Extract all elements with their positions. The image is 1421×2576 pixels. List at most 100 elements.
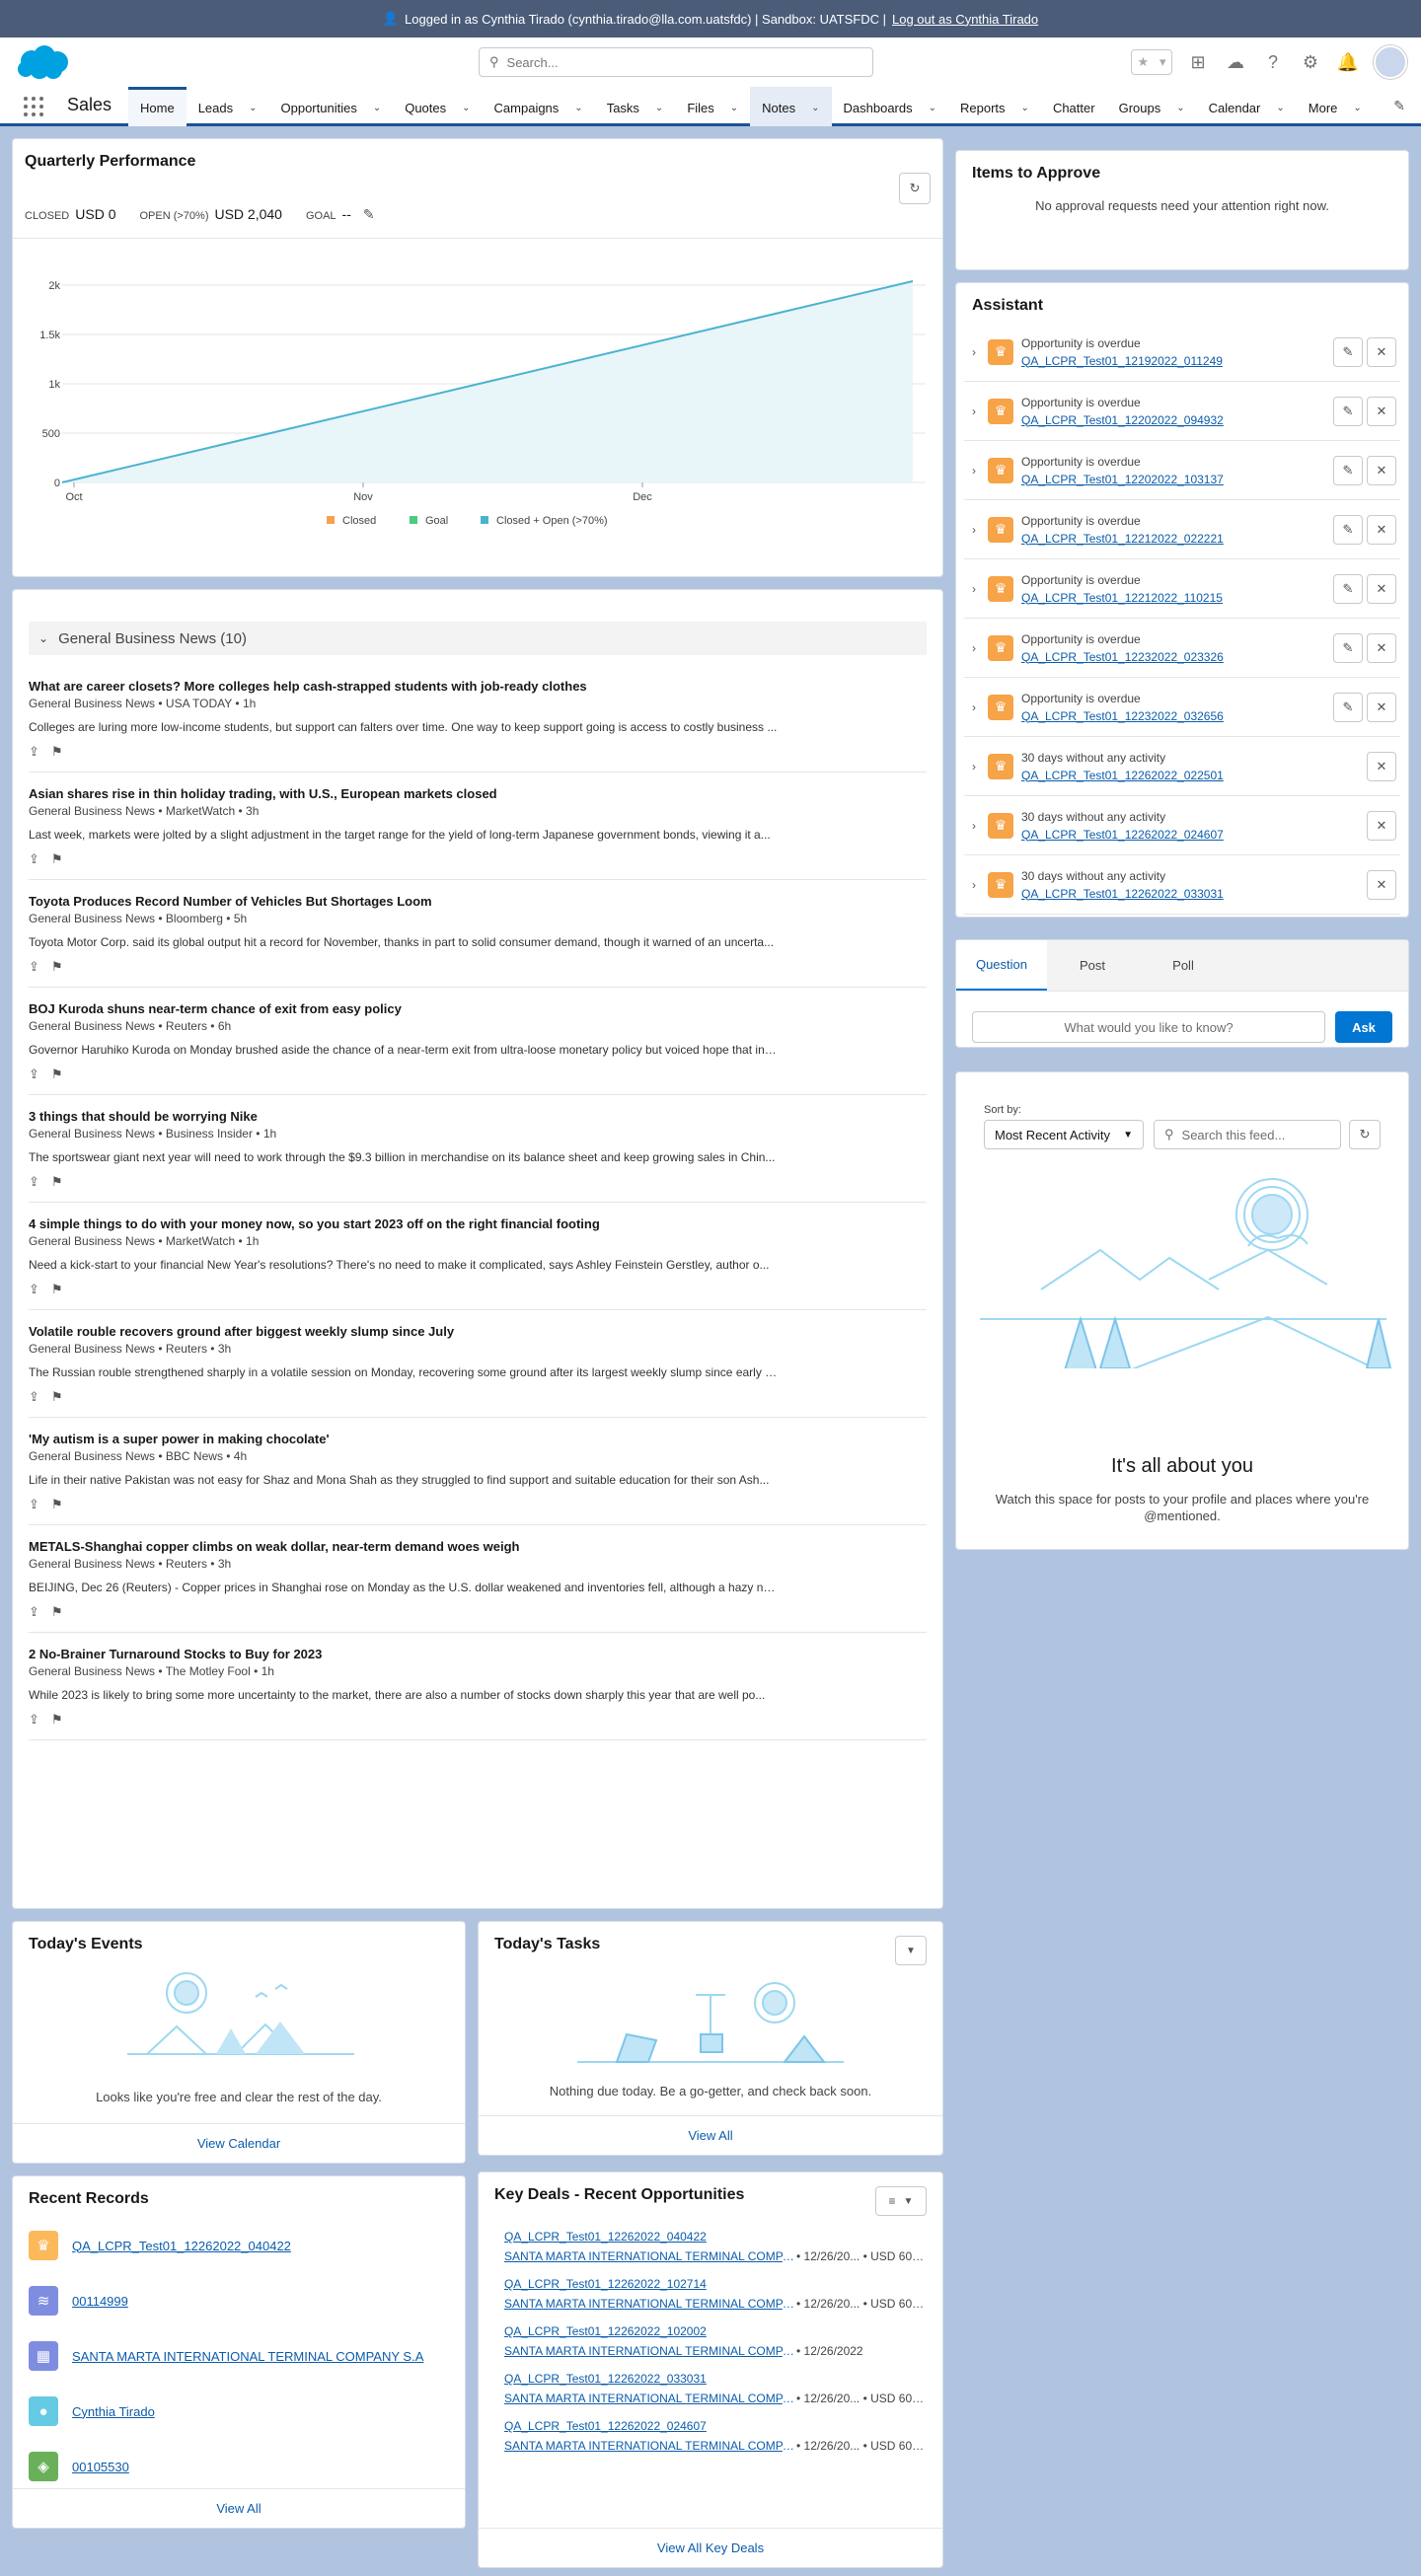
deal-account-link[interactable]: SANTA MARTA INTERNATIONAL TERMINAL COMPA… [504,2392,796,2405]
flag-icon[interactable]: ⚑ [51,1389,63,1405]
share-icon[interactable]: ⇪ [29,1389,39,1405]
deal-account-link[interactable]: SANTA MARTA INTERNATIONAL TERMINAL COMPA… [504,2344,796,2358]
question-input[interactable]: What would you like to know? [972,1011,1325,1043]
view-all-tasks-link[interactable]: View All [479,2115,942,2155]
add-icon[interactable]: ⊞ [1186,50,1210,74]
chevron-right-icon[interactable]: › [964,345,984,359]
publisher-tab-post[interactable]: Post [1047,940,1138,991]
deal-name-link[interactable]: QA_LCPR_Test01_12262022_024607 [504,2419,927,2433]
tasks-menu-button[interactable]: ▼ [895,1936,927,1965]
tab-notes[interactable]: Notes ⌄ [750,87,832,126]
news-title[interactable]: 3 things that should be worrying Nike [29,1109,927,1124]
assistant-link[interactable]: QA_LCPR_Test01_12232022_023326 [1021,650,1224,664]
flag-icon[interactable]: ⚑ [51,959,63,975]
feed-search[interactable]: ⚲ Search this feed... [1154,1120,1341,1149]
chevron-down-icon[interactable]: ⌄ [1276,103,1284,113]
publisher-tab-question[interactable]: Question [956,940,1047,991]
chevron-down-icon[interactable]: ⌄ [929,103,936,113]
trailhead-icon[interactable]: ☁ [1224,50,1247,74]
flag-icon[interactable]: ⚑ [51,1497,63,1512]
publisher-tab-poll[interactable]: Poll [1138,940,1229,991]
recent-record-link[interactable]: 00114999 [72,2294,128,2309]
edit-nav-pencil-icon[interactable]: ✎ [1393,98,1405,114]
legend-label[interactable]: Closed + Open (>70%) [496,515,608,527]
chevron-down-icon[interactable]: ⌄ [249,103,257,113]
dismiss-button[interactable]: ✕ [1367,397,1396,426]
chevron-down-icon[interactable]: ⌄ [655,103,663,113]
edit-button[interactable]: ✎ [1333,574,1363,604]
assistant-link[interactable]: QA_LCPR_Test01_12262022_033031 [1021,887,1224,901]
deal-account-link[interactable]: SANTA MARTA INTERNATIONAL TERMINAL COMPA… [504,2439,796,2453]
assistant-link[interactable]: QA_LCPR_Test01_12202022_103137 [1021,473,1224,486]
chevron-down-icon[interactable]: ⌄ [1176,103,1184,113]
view-calendar-link[interactable]: View Calendar [13,2123,465,2163]
news-title[interactable]: Toyota Produces Record Number of Vehicle… [29,894,927,909]
assistant-link[interactable]: QA_LCPR_Test01_12262022_022501 [1021,769,1224,782]
refresh-feed-button[interactable]: ↻ [1349,1120,1381,1149]
chevron-down-icon[interactable]: ⌄ [462,103,470,113]
tab-chatter[interactable]: Chatter [1041,87,1107,126]
help-icon[interactable]: ? [1261,50,1285,74]
chevron-right-icon[interactable]: › [964,464,984,478]
chevron-down-icon[interactable]: ⌄ [811,103,819,113]
edit-button[interactable]: ✎ [1333,456,1363,485]
recent-record-link[interactable]: Cynthia Tirado [72,2404,155,2419]
share-icon[interactable]: ⇪ [29,744,39,760]
dismiss-button[interactable]: ✕ [1367,515,1396,545]
news-title[interactable]: BOJ Kuroda shuns near-term chance of exi… [29,1001,927,1016]
news-title[interactable]: Volatile rouble recovers ground after bi… [29,1324,927,1339]
chevron-right-icon[interactable]: › [964,700,984,714]
dismiss-button[interactable]: ✕ [1367,456,1396,485]
tab-more[interactable]: More ⌄ [1297,87,1374,126]
edit-button[interactable]: ✎ [1333,515,1363,545]
assistant-link[interactable]: QA_LCPR_Test01_12202022_094932 [1021,413,1224,427]
setup-gear-icon[interactable]: ⚙ [1299,50,1322,74]
chevron-down-icon[interactable]: ⌄ [373,103,381,113]
tab-groups[interactable]: Groups ⌄ [1107,87,1197,126]
dismiss-button[interactable]: ✕ [1367,811,1396,841]
dismiss-button[interactable]: ✕ [1367,870,1396,900]
legend-label[interactable]: Closed [342,515,376,527]
assistant-link[interactable]: QA_LCPR_Test01_12232022_032656 [1021,709,1224,723]
chevron-right-icon[interactable]: › [964,819,984,833]
deal-name-link[interactable]: QA_LCPR_Test01_12262022_033031 [504,2372,927,2386]
edit-button[interactable]: ✎ [1333,693,1363,722]
refresh-button[interactable]: ↻ [899,173,931,204]
tab-reports[interactable]: Reports ⌄ [948,87,1041,126]
chevron-right-icon[interactable]: › [964,523,984,537]
assistant-link[interactable]: QA_LCPR_Test01_12262022_024607 [1021,828,1224,842]
flag-icon[interactable]: ⚑ [51,851,63,867]
news-title[interactable]: 2 No-Brainer Turnaround Stocks to Buy fo… [29,1647,927,1661]
search-input[interactable] [506,54,843,70]
dismiss-button[interactable]: ✕ [1367,693,1396,722]
chevron-right-icon[interactable]: › [964,878,984,892]
deal-name-link[interactable]: QA_LCPR_Test01_12262022_102002 [504,2324,927,2338]
recent-record-link[interactable]: 00105530 [72,2460,129,2474]
tab-campaigns[interactable]: Campaigns ⌄ [483,87,595,126]
news-title[interactable]: 4 simple things to do with your money no… [29,1216,927,1231]
notification-bell-icon[interactable]: 🔔 [1336,50,1360,74]
recent-record-link[interactable]: QA_LCPR_Test01_12262022_040422 [72,2239,291,2253]
news-section-header[interactable]: ⌄ General Business News (10) [29,622,927,655]
chevron-right-icon[interactable]: › [964,582,984,596]
view-all-key-deals-link[interactable]: View All Key Deals [479,2528,942,2567]
flag-icon[interactable]: ⚑ [51,1174,63,1190]
view-all-recent-link[interactable]: View All [13,2488,465,2528]
tab-home[interactable]: Home [128,87,187,126]
chevron-down-icon[interactable]: ⌄ [1353,103,1361,113]
share-icon[interactable]: ⇪ [29,1067,39,1082]
news-title[interactable]: 'My autism is a super power in making ch… [29,1432,927,1446]
deal-account-link[interactable]: SANTA MARTA INTERNATIONAL TERMINAL COMPA… [504,2249,796,2263]
chevron-right-icon[interactable]: › [964,760,984,773]
ask-button[interactable]: Ask [1335,1011,1392,1043]
global-search[interactable]: ⚲ [479,47,873,77]
dismiss-button[interactable]: ✕ [1367,574,1396,604]
share-icon[interactable]: ⇪ [29,1604,39,1620]
tab-leads[interactable]: Leads ⌄ [187,87,269,126]
assistant-link[interactable]: QA_LCPR_Test01_12212022_110215 [1021,591,1223,605]
tab-tasks[interactable]: Tasks ⌄ [595,87,676,126]
news-title[interactable]: Asian shares rise in thin holiday tradin… [29,786,927,801]
favorites-button[interactable]: ★ ▾ [1131,49,1172,75]
flag-icon[interactable]: ⚑ [51,1604,63,1620]
app-launcher-icon[interactable] [24,97,43,116]
